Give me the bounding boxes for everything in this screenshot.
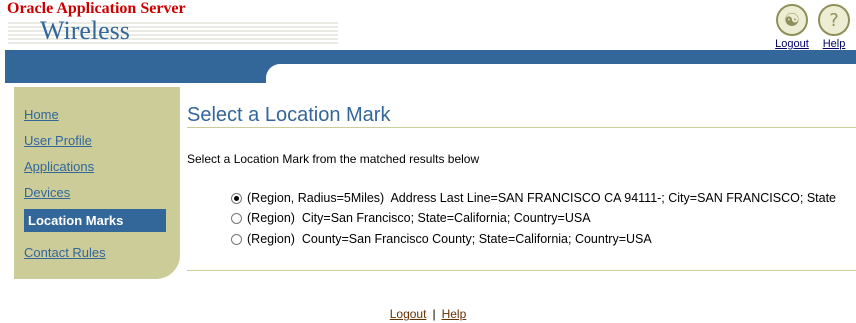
location-radio[interactable] (231, 233, 242, 245)
location-radio[interactable] (231, 192, 242, 204)
footer: Logout | Help (0, 307, 856, 321)
help-icon[interactable]: ? (818, 4, 850, 36)
page-title: Select a Location Mark (187, 104, 391, 126)
location-option-label: (Region) City=San Francisco; State=Calif… (247, 211, 591, 225)
global-help-link[interactable]: Help (814, 38, 854, 50)
brand-wireless-title: Wireless (40, 16, 130, 45)
global-logout[interactable]: ☯ Logout (772, 4, 812, 50)
sidebar-item-home[interactable]: Home (24, 107, 59, 122)
header-bar-curve (266, 64, 856, 83)
footer-help-link[interactable]: Help (442, 307, 467, 321)
title-divider (187, 127, 856, 128)
sidebar-list: Home User Profile Applications Devices Locat… (14, 87, 180, 279)
location-option[interactable]: (Region, Radius=5Miles) Address Last Lin… (231, 191, 836, 205)
sidebar-item-user-profile[interactable]: User Profile (24, 133, 92, 148)
instruction-text: Select a Location Mark from the matched … (187, 152, 480, 166)
sidebar-item-contact-rules[interactable]: Contact Rules (24, 245, 106, 260)
location-option-label: (Region) County=San Francisco County; St… (247, 232, 652, 246)
sidebar-item-location-marks[interactable]: Location Marks (24, 209, 166, 232)
footer-logout-link[interactable]: Logout (390, 307, 427, 321)
location-option-label: (Region, Radius=5Miles) Address Last Lin… (247, 191, 837, 205)
sidebar-item-label: Location Marks (28, 213, 124, 228)
location-option[interactable]: (Region) County=San Francisco County; St… (231, 232, 652, 246)
sidebar-item-devices[interactable]: Devices (24, 185, 70, 200)
global-help[interactable]: ? Help (814, 4, 854, 50)
logout-icon[interactable]: ☯ (776, 4, 808, 36)
sidebar: Home User Profile Applications Devices Locat… (14, 87, 180, 279)
footer-separator: | (432, 307, 436, 321)
content-divider (187, 270, 856, 271)
sidebar-item-applications[interactable]: Applications (24, 159, 94, 174)
location-option[interactable]: (Region) City=San Francisco; State=Calif… (231, 211, 591, 225)
global-logout-link[interactable]: Logout (772, 38, 812, 50)
location-radio[interactable] (231, 212, 242, 224)
